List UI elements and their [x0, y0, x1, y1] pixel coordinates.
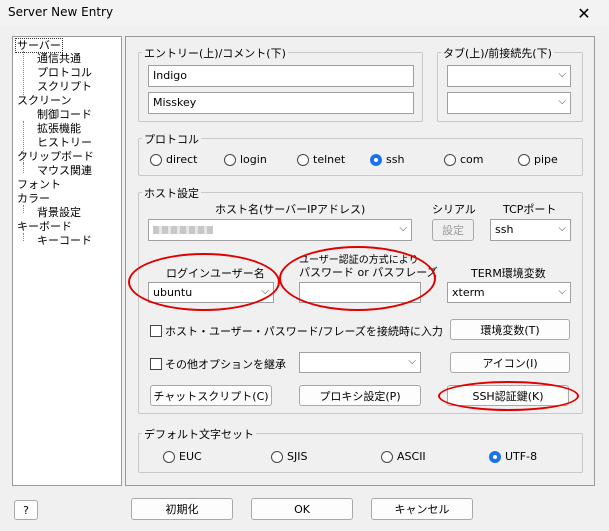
protocol-group	[138, 138, 583, 176]
radio-label: telnet	[313, 153, 346, 166]
tree-item-extensions[interactable]: 拡張機能	[37, 122, 81, 135]
chevron-down-icon: ⌵	[558, 96, 566, 107]
radio-indicator	[271, 450, 283, 463]
tree-item-keycode[interactable]: キーコード	[37, 234, 92, 247]
radio-indicator	[381, 450, 393, 463]
inherit-source-select[interactable]: ⌵	[299, 352, 421, 373]
checkbox-label: ホスト・ユーザー・パスワード/フレーズを接続時に入力	[165, 325, 443, 338]
tcp-port-value: ssh	[495, 223, 514, 236]
login-user-value: ubuntu	[153, 286, 193, 299]
tcp-port-label: TCPポート	[503, 203, 557, 216]
chevron-down-icon: ⌵	[558, 69, 566, 80]
radio-label: ASCII	[397, 450, 426, 463]
login-user-input[interactable]: ubuntu ⌵	[148, 282, 274, 303]
charset-legend: デフォルト文字セット	[142, 426, 256, 442]
charset-radio-euc[interactable]: EUC	[163, 450, 202, 463]
chevron-down-icon: ⌵	[261, 286, 269, 297]
tree-item-script[interactable]: スクリプト	[37, 80, 92, 93]
protocol-radio-pipe[interactable]: pipe	[518, 153, 558, 166]
tree-item-comm[interactable]: 通信共通	[37, 52, 81, 65]
ok-button[interactable]: OK	[251, 498, 353, 520]
chevron-down-icon: ⌵	[558, 223, 566, 234]
close-button[interactable]: ✕	[564, 0, 604, 26]
tree-item-screen[interactable]: スクリーン	[17, 94, 71, 107]
tree-item-background[interactable]: 背景設定	[37, 206, 81, 219]
chevron-down-icon: ⌵	[558, 286, 566, 297]
help-button[interactable]: ?	[14, 500, 38, 520]
hostname-input[interactable]: ⌵	[148, 219, 412, 241]
radio-label: SJIS	[287, 450, 308, 463]
radio-indicator	[163, 450, 175, 463]
checkbox-label: その他オプションを継承	[165, 358, 286, 371]
icon-button[interactable]: アイコン(I)	[450, 352, 570, 373]
serial-label: シリアル	[432, 203, 476, 216]
radio-label: EUC	[179, 450, 202, 463]
protocol-radio-login[interactable]: login	[224, 153, 267, 166]
cancel-button[interactable]: キャンセル	[371, 498, 473, 520]
radio-indicator	[489, 450, 501, 463]
chevron-down-icon: ⌵	[399, 223, 407, 234]
charset-radio-ascii[interactable]: ASCII	[381, 450, 426, 463]
tab-select[interactable]: ⌵	[447, 65, 571, 87]
serial-settings-button[interactable]: 設定	[432, 219, 474, 241]
protocol-radio-com[interactable]: com	[444, 153, 484, 166]
radio-indicator	[150, 153, 162, 166]
env-vars-button[interactable]: 環境変数(T)	[450, 319, 570, 340]
inherit-options-checkbox[interactable]: その他オプションを継承	[150, 356, 286, 372]
protocol-legend: プロトコル	[142, 131, 201, 147]
term-label: TERM環境変数	[471, 267, 546, 280]
radio-indicator	[518, 153, 530, 166]
checkbox-indicator	[150, 358, 162, 370]
charset-radio-sjis[interactable]: SJIS	[271, 450, 307, 463]
host-legend: ホスト設定	[142, 185, 201, 201]
checkbox-indicator	[150, 325, 162, 337]
entry-comment-input[interactable]: Misskey	[148, 92, 414, 114]
chat-script-button[interactable]: チャットスクリプト(C)	[150, 385, 272, 406]
input-on-connect-checkbox[interactable]: ホスト・ユーザー・パスワード/フレーズを接続時に入力	[150, 323, 443, 339]
tree-item-control-code[interactable]: 制御コード	[37, 108, 92, 121]
ssh-key-button[interactable]: SSH認証鍵(K)	[447, 385, 569, 406]
radio-indicator	[444, 153, 456, 166]
tree-item-server[interactable]: サーバー	[15, 38, 63, 53]
hostname-label: ホスト名(サーバーIPアドレス)	[215, 203, 366, 216]
reset-button[interactable]: 初期化	[131, 498, 233, 520]
chevron-down-icon: ⌵	[408, 356, 416, 367]
tree-item-keyboard[interactable]: キーボード	[17, 220, 72, 233]
tab-legend: タブ(上)/前接続先(下)	[441, 45, 554, 61]
tree-item-history[interactable]: ヒストリー	[37, 136, 92, 149]
window-title: Server New Entry	[8, 5, 114, 19]
redacted-hostname	[153, 226, 213, 234]
radio-label: UTF-8	[505, 450, 538, 463]
radio-indicator	[370, 153, 382, 166]
radio-label: com	[460, 153, 484, 166]
radio-indicator	[224, 153, 236, 166]
radio-label: ssh	[386, 153, 405, 166]
entry-legend: エントリー(上)/コメント(下)	[142, 45, 288, 61]
term-select[interactable]: xterm ⌵	[447, 282, 571, 303]
previous-connection-select[interactable]: ⌵	[447, 92, 571, 114]
auth-label-line2: パスワード or パスフレーズ	[299, 266, 438, 279]
radio-label: pipe	[534, 153, 558, 166]
password-input[interactable]	[299, 282, 421, 303]
entry-name-input[interactable]: Indigo	[148, 65, 414, 87]
charset-radio-utf8[interactable]: UTF-8	[489, 450, 537, 463]
term-value: xterm	[452, 286, 485, 299]
tree-item-font[interactable]: フォント	[17, 178, 61, 191]
protocol-radio-telnet[interactable]: telnet	[297, 153, 345, 166]
login-user-label: ログインユーザー名	[166, 267, 265, 280]
settings-tree[interactable]: サーバー 通信共通 プロトコル スクリプト スクリーン 制御コード 拡張機能 ヒ…	[12, 36, 122, 486]
tree-item-protocol[interactable]: プロトコル	[37, 66, 92, 79]
proxy-settings-button[interactable]: プロキシ設定(P)	[299, 385, 421, 406]
radio-indicator	[297, 153, 309, 166]
tree-item-mouse[interactable]: マウス関連	[37, 164, 92, 177]
tree-item-color[interactable]: カラー	[17, 192, 50, 205]
tree-item-clipboard[interactable]: クリップボード	[17, 150, 94, 163]
tcp-port-select[interactable]: ssh ⌵	[490, 219, 571, 241]
radio-label: direct	[166, 153, 198, 166]
protocol-radio-direct[interactable]: direct	[150, 153, 197, 166]
protocol-radio-ssh[interactable]: ssh	[370, 153, 404, 166]
radio-label: login	[240, 153, 267, 166]
